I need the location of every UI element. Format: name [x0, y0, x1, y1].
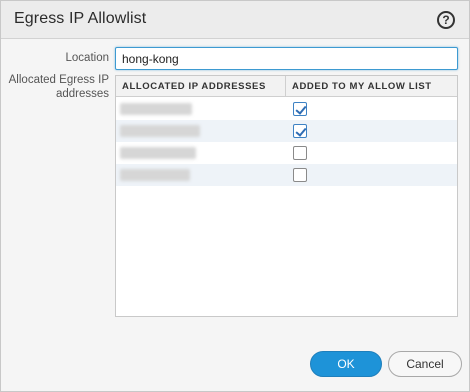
table-row: [116, 98, 457, 120]
allocated-egress-ip-label: Allocated Egress IP addresses: [8, 74, 109, 100]
location-input[interactable]: [115, 47, 458, 70]
ok-button[interactable]: OK: [310, 351, 382, 377]
redacted-ip-address: [120, 147, 196, 159]
egress-ip-allowlist-dialog: Egress IP Allowlist ? Location Allocated…: [0, 0, 470, 392]
dialog-titlebar: Egress IP Allowlist ?: [1, 1, 469, 39]
allocated-ip-table: ALLOCATED IP ADDRESSES ADDED TO MY ALLOW…: [115, 75, 458, 317]
cancel-button[interactable]: Cancel: [388, 351, 462, 377]
dialog-title: Egress IP Allowlist: [14, 10, 147, 27]
allow-list-checkbox[interactable]: [293, 102, 307, 116]
table-header: ALLOCATED IP ADDRESSES ADDED TO MY ALLOW…: [116, 76, 457, 97]
column-header-added-to-allow-list[interactable]: ADDED TO MY ALLOW LIST: [286, 76, 457, 97]
redacted-ip-address: [120, 103, 192, 115]
table-row: [116, 164, 457, 186]
allow-list-checkbox[interactable]: [293, 146, 307, 160]
redacted-ip-address: [120, 169, 190, 181]
allow-list-checkbox[interactable]: [293, 124, 307, 138]
redacted-ip-address: [120, 125, 200, 137]
table-row: [116, 120, 457, 142]
table-row: [116, 142, 457, 164]
column-header-ip-addresses[interactable]: ALLOCATED IP ADDRESSES: [116, 76, 286, 97]
question-mark-icon[interactable]: ?: [437, 11, 455, 29]
allow-list-checkbox[interactable]: [293, 168, 307, 182]
location-label: Location: [65, 52, 109, 64]
